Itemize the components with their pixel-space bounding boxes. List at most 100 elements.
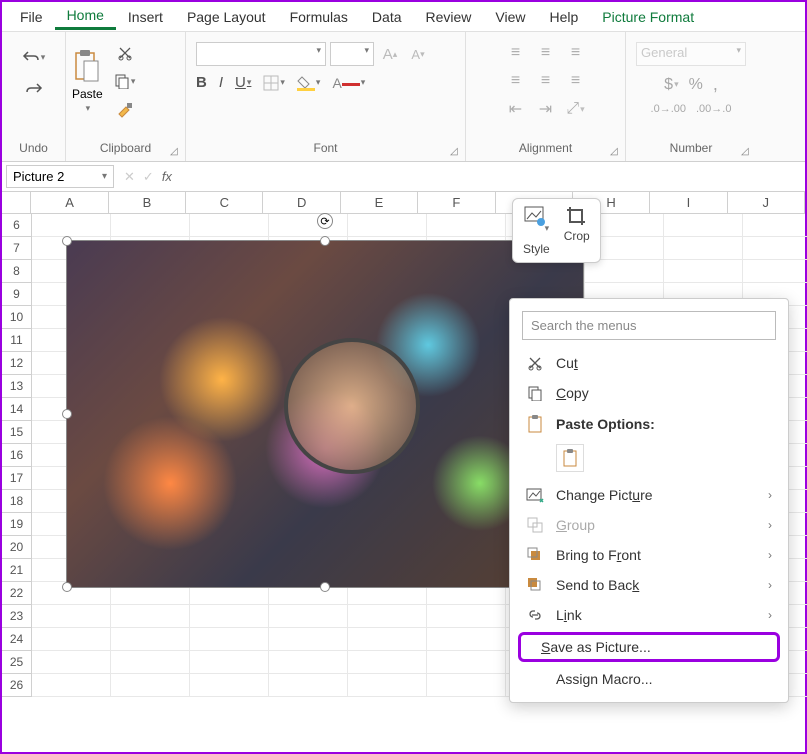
resize-handle[interactable]: [62, 582, 72, 592]
font-name-combo[interactable]: ▾: [196, 42, 326, 66]
row-header[interactable]: 14: [2, 398, 32, 421]
enter-formula-icon[interactable]: ✓: [143, 169, 154, 185]
row-header[interactable]: 23: [2, 605, 32, 628]
ctx-link[interactable]: Link ›: [510, 600, 788, 630]
row-header[interactable]: 6: [2, 214, 32, 237]
comma-icon[interactable]: ,: [713, 74, 718, 95]
row-header[interactable]: 13: [2, 375, 32, 398]
paste-dropdown[interactable]: ▾: [86, 103, 91, 114]
borders-button[interactable]: ▾: [263, 75, 285, 91]
row-header[interactable]: 11: [2, 329, 32, 352]
menu-formulas[interactable]: Formulas: [278, 5, 360, 29]
menu-help[interactable]: Help: [538, 5, 591, 29]
align-bottom-icon[interactable]: ≡: [564, 42, 588, 64]
italic-button[interactable]: I: [219, 74, 223, 91]
ctx-cut[interactable]: Cut: [510, 348, 788, 378]
decrease-decimal-icon[interactable]: .00→.0: [696, 103, 731, 115]
fill-color-button[interactable]: ▾: [297, 75, 321, 91]
ctx-copy[interactable]: Copy: [510, 378, 788, 408]
fx-icon[interactable]: fx: [162, 169, 172, 184]
cut-button[interactable]: [113, 42, 137, 64]
inserted-picture[interactable]: ⟳: [66, 240, 584, 588]
align-top-icon[interactable]: ≡: [504, 42, 528, 64]
align-right-icon[interactable]: ≡: [564, 70, 588, 92]
font-size-combo[interactable]: ▾: [330, 42, 374, 66]
col-header[interactable]: J: [728, 192, 805, 213]
row-header[interactable]: 17: [2, 467, 32, 490]
ctx-save-as-picture[interactable]: Save as Picture...: [518, 632, 780, 662]
menu-data[interactable]: Data: [360, 5, 414, 29]
format-painter-button[interactable]: [113, 98, 137, 120]
col-header[interactable]: E: [341, 192, 418, 213]
orientation-icon[interactable]: ⤢▾: [564, 98, 588, 120]
resize-handle[interactable]: [320, 236, 330, 246]
bold-button[interactable]: B: [196, 74, 207, 91]
menu-review[interactable]: Review: [414, 5, 484, 29]
increase-decimal-icon[interactable]: .0→.00: [651, 103, 686, 115]
row-header[interactable]: 10: [2, 306, 32, 329]
copy-button[interactable]: ▾: [113, 70, 137, 92]
row-header[interactable]: 12: [2, 352, 32, 375]
menu-insert[interactable]: Insert: [116, 5, 175, 29]
row-header[interactable]: 25: [2, 651, 32, 674]
row-header[interactable]: 7: [2, 237, 32, 260]
number-launcher-icon[interactable]: ◿: [741, 146, 753, 158]
decrease-font-icon[interactable]: A▾: [406, 43, 430, 65]
ctx-assign-macro[interactable]: Assign Macro...: [510, 664, 788, 694]
menu-page-layout[interactable]: Page Layout: [175, 5, 278, 29]
align-left-icon[interactable]: ≡: [504, 70, 528, 92]
row-header[interactable]: 20: [2, 536, 32, 559]
col-header[interactable]: C: [186, 192, 263, 213]
row-header[interactable]: 21: [2, 559, 32, 582]
col-header[interactable]: I: [650, 192, 727, 213]
ctx-send-to-back[interactable]: Send to Back ›: [510, 570, 788, 600]
col-header[interactable]: B: [109, 192, 186, 213]
clipboard-launcher-icon[interactable]: ◿: [170, 146, 182, 158]
resize-handle[interactable]: [320, 582, 330, 592]
underline-button[interactable]: U▾: [235, 74, 251, 91]
undo-button[interactable]: ▾: [22, 46, 46, 68]
menu-picture-format[interactable]: Picture Format: [590, 5, 706, 29]
row-header[interactable]: 26: [2, 674, 32, 697]
row-header[interactable]: 15: [2, 421, 32, 444]
chevron-down-icon[interactable]: ▾: [102, 171, 107, 182]
menu-view[interactable]: View: [483, 5, 537, 29]
font-launcher-icon[interactable]: ◿: [450, 146, 462, 158]
increase-font-icon[interactable]: A▴: [378, 43, 402, 65]
row-header[interactable]: 19: [2, 513, 32, 536]
font-color-button[interactable]: A▾: [332, 75, 365, 91]
row-header[interactable]: 24: [2, 628, 32, 651]
increase-indent-icon[interactable]: ⇥: [534, 98, 558, 120]
col-header[interactable]: A: [31, 192, 108, 213]
align-center-icon[interactable]: ≡: [534, 70, 558, 92]
number-format-combo[interactable]: General▾: [636, 42, 746, 66]
ctx-change-picture[interactable]: Change Picture ›: [510, 480, 788, 510]
menu-file[interactable]: File: [8, 5, 55, 29]
percent-icon[interactable]: %: [689, 76, 703, 94]
row-header[interactable]: 18: [2, 490, 32, 513]
cancel-formula-icon[interactable]: ✕: [124, 169, 135, 185]
col-header[interactable]: F: [418, 192, 495, 213]
select-all-corner[interactable]: [2, 192, 31, 213]
resize-handle[interactable]: [62, 409, 72, 419]
rotate-handle[interactable]: ⟳: [317, 213, 333, 229]
ctx-bring-to-front[interactable]: Bring to Front ›: [510, 540, 788, 570]
alignment-launcher-icon[interactable]: ◿: [610, 146, 622, 158]
paste-option-picture[interactable]: [556, 444, 584, 472]
crop-button[interactable]: Crop: [564, 205, 590, 256]
row-header[interactable]: 22: [2, 582, 32, 605]
search-menus-input[interactable]: Search the menus: [522, 311, 776, 340]
redo-button[interactable]: [22, 78, 46, 100]
col-header[interactable]: D: [263, 192, 340, 213]
row-header[interactable]: 8: [2, 260, 32, 283]
row-header[interactable]: 16: [2, 444, 32, 467]
menu-home[interactable]: Home: [55, 3, 116, 30]
decrease-indent-icon[interactable]: ⇤: [504, 98, 528, 120]
resize-handle[interactable]: [62, 236, 72, 246]
name-box[interactable]: Picture 2 ▾: [6, 165, 114, 188]
currency-icon[interactable]: $▾: [664, 76, 678, 94]
style-button[interactable]: ▾ Style: [523, 205, 550, 256]
row-header[interactable]: 9: [2, 283, 32, 306]
align-middle-icon[interactable]: ≡: [534, 42, 558, 64]
paste-button[interactable]: [72, 49, 102, 85]
